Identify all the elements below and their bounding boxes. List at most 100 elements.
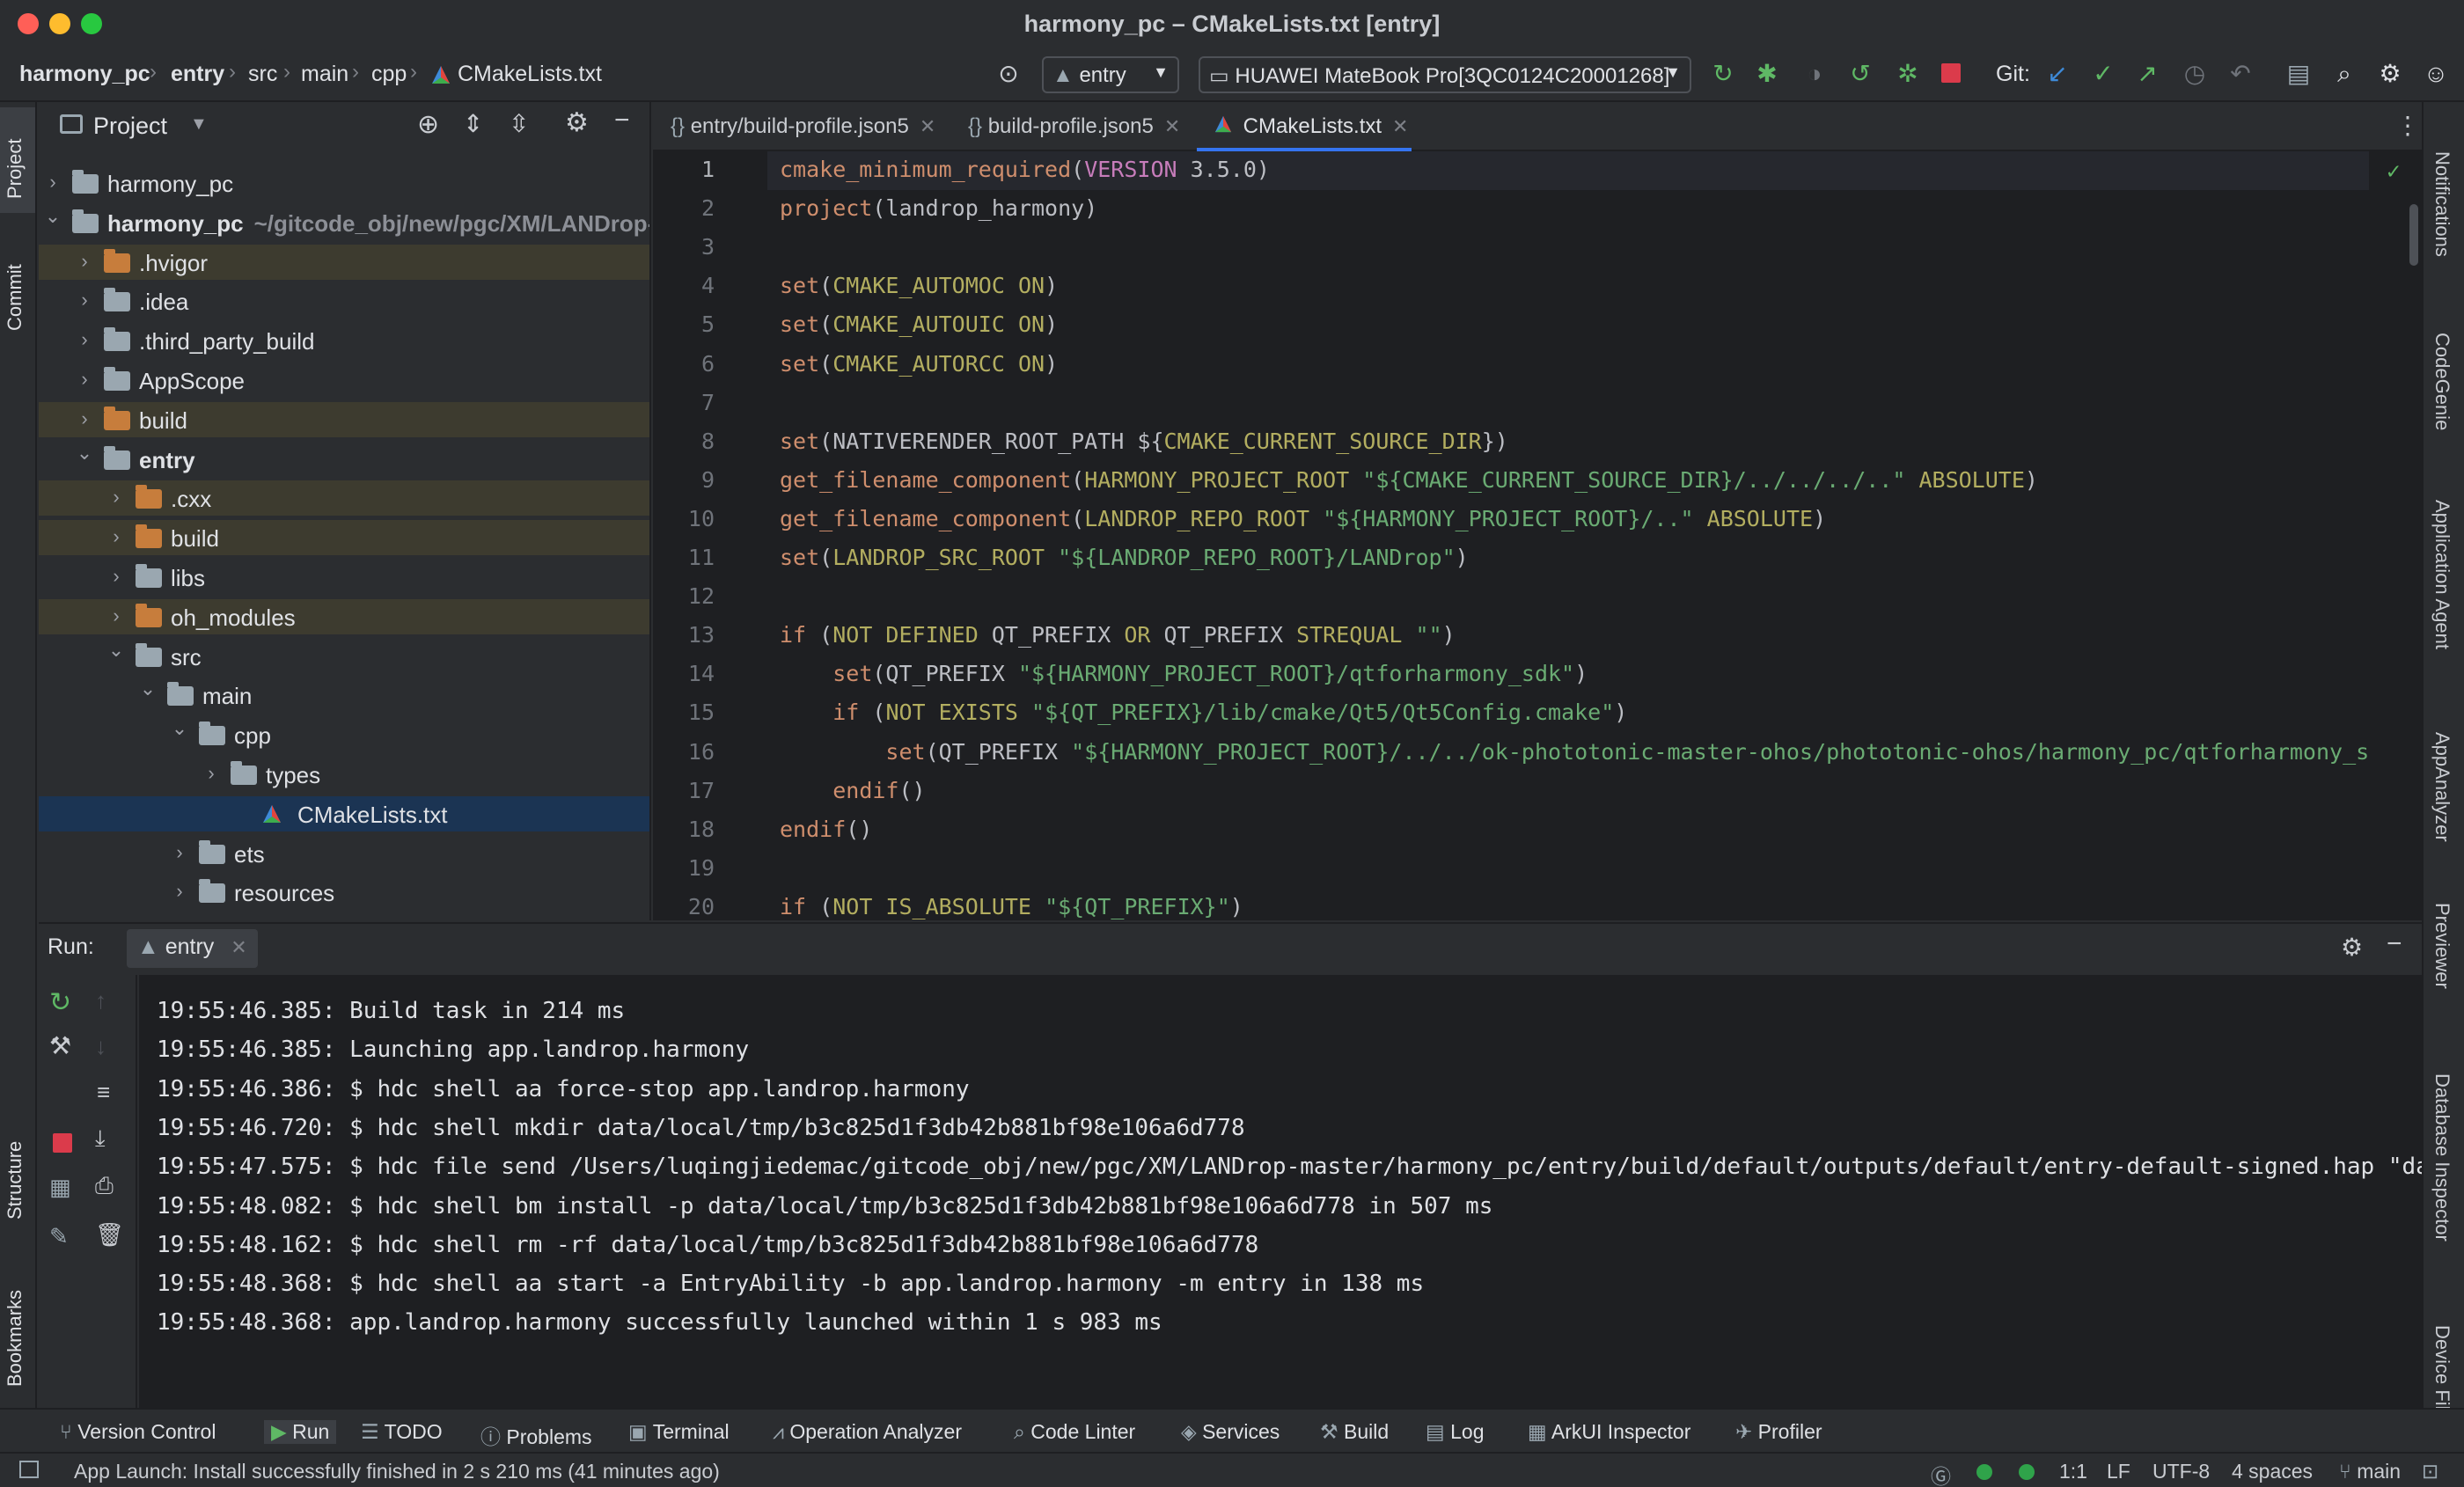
tool-run[interactable]: ▶ Run [264, 1420, 337, 1444]
trash-icon[interactable]: 🗑 [95, 1221, 124, 1249]
expand-all-icon[interactable]: ⇕ [463, 109, 483, 138]
gear-icon[interactable]: ⚙ [2341, 933, 2363, 962]
tree-item-cxx[interactable]: › .cxx [39, 480, 649, 516]
tool-services[interactable]: ◈ Services [1181, 1420, 1280, 1444]
tree-item-cpp[interactable]: ⌄ cpp [39, 717, 649, 752]
line-separator[interactable]: LF [2107, 1460, 2130, 1483]
tree-item-build[interactable]: › build [39, 401, 649, 437]
application-agent-tab[interactable]: Application Agent [2431, 500, 2453, 649]
tree-item-harmony-pc[interactable]: ⌄ harmony_pc ~/gitcode_obj/new/pgc/XM/LAND… [39, 205, 649, 240]
profile-icon[interactable]: ✲ [1894, 60, 1922, 88]
arrow-down-icon[interactable]: ↓ [95, 1033, 106, 1060]
git-commit-icon[interactable]: ✓ [2089, 60, 2117, 88]
editor-scrollbar[interactable] [2409, 204, 2418, 266]
attach-debugger-icon[interactable]: ◑ [1800, 60, 1829, 88]
chevron-right-icon[interactable]: › [107, 486, 125, 509]
chevron-down-icon[interactable]: ⌄ [44, 205, 62, 228]
arrow-up-icon[interactable]: ↑ [95, 987, 106, 1015]
tree-item-main[interactable]: ⌄ main [39, 678, 649, 713]
soft-wrap-icon[interactable]: ≡ [97, 1079, 110, 1106]
chevron-right-icon[interactable]: › [171, 880, 188, 903]
tree-item-third-party-build[interactable]: › .third_party_build [39, 323, 649, 358]
tree-item-entry[interactable]: ⌄ entry [39, 442, 649, 477]
close-icon[interactable]: ✕ [231, 936, 246, 958]
code-editor[interactable]: ✓ cmake_minimum_required(VERSION 3.5.0) p… [767, 151, 2422, 920]
tool-build[interactable]: ⚒ Build [1320, 1420, 1389, 1444]
tree-item-oh-modules[interactable]: › oh_modules [39, 598, 649, 634]
lock-icon[interactable]: ⊡ [2422, 1460, 2438, 1483]
tool-profiler[interactable]: ✈ Profiler [1735, 1420, 1822, 1444]
previewer-tab[interactable]: Previewer [2431, 903, 2453, 989]
close-icon[interactable]: ✕ [1392, 115, 1408, 137]
database-inspector-tab[interactable]: Database Inspector [2431, 1073, 2453, 1242]
debug-icon[interactable]: ✱ [1753, 60, 1781, 88]
breadcrumb-module[interactable]: entry [171, 62, 224, 87]
wrench-icon[interactable]: ⚒ [49, 1031, 71, 1060]
breadcrumb-file[interactable]: CMakeLists.txt [458, 62, 602, 87]
device-dropdown[interactable]: ▭ HUAWEI MateBook Pro[3QC0124C20001268] … [1199, 56, 1691, 93]
chevron-down-icon[interactable]: ⌄ [76, 442, 93, 465]
pin-icon[interactable]: ✎ [49, 1223, 69, 1250]
chevron-right-icon[interactable]: › [107, 525, 125, 548]
chevron-right-icon[interactable]: › [107, 565, 125, 588]
structure-tool-tab[interactable]: Structure [4, 1141, 26, 1220]
chevron-down-icon[interactable]: ⌄ [107, 639, 125, 662]
indent-setting[interactable]: 4 spaces [2232, 1460, 2313, 1483]
tab-entry-build-profile[interactable]: {} entry/build-profile.json5 ✕ [671, 102, 970, 151]
chevron-down-icon[interactable]: ⌄ [171, 717, 188, 740]
tree-item-types[interactable]: › types [39, 757, 649, 792]
gear-icon[interactable]: ⚙ [2376, 60, 2404, 88]
tool-log[interactable]: ▤ Log [1426, 1420, 1485, 1444]
more-tabs-icon[interactable]: ⋮ [2395, 111, 2420, 140]
bookmarks-tool-tab[interactable]: Bookmarks [4, 1290, 26, 1387]
tool-code-linter[interactable]: ⌕ Code Linter [1014, 1420, 1135, 1444]
git-push-icon[interactable]: ↗ [2133, 60, 2161, 88]
chevron-right-icon[interactable]: › [76, 250, 93, 273]
status-message[interactable]: App Launch: Install successfully finishe… [74, 1460, 720, 1483]
tool-terminal[interactable]: ▣ Terminal [628, 1420, 730, 1444]
tool-arkui-inspector[interactable]: ▦ ArkUI Inspector [1528, 1420, 1690, 1444]
file-encoding[interactable]: UTF-8 [2152, 1460, 2210, 1483]
layout-icon[interactable]: ▦ [49, 1174, 71, 1201]
chevron-down-icon[interactable]: ▼ [190, 114, 208, 135]
tool-todo[interactable]: ☰ TODO [361, 1420, 443, 1444]
toggle-tool-windows-icon[interactable] [19, 1461, 39, 1478]
codegenie-status-icon[interactable]: Ⓖ [1931, 1460, 1951, 1487]
commit-tool-tab[interactable]: Commit [4, 264, 26, 331]
tree-item-cmakelists-txt[interactable]: CMakeLists.txt [39, 795, 649, 831]
tree-item-hvigor[interactable]: › .hvigor [39, 244, 649, 280]
cursor-position[interactable]: 1:1 [2059, 1460, 2087, 1483]
git-branch[interactable]: ⑂ main [2339, 1460, 2401, 1483]
chevron-down-icon[interactable]: ⌄ [139, 678, 157, 700]
history-icon[interactable]: ◷ [2181, 60, 2209, 88]
stop-icon[interactable] [1941, 63, 1961, 83]
breadcrumb-src[interactable]: src [248, 62, 277, 87]
hide-panel-icon[interactable]: − [2387, 929, 2402, 959]
gear-icon[interactable]: ⚙ [565, 107, 589, 138]
tree-item-harmony-pc[interactable]: › harmony_pc [39, 165, 649, 201]
project-tool-tab[interactable]: Project [4, 139, 26, 199]
tree-item-build[interactable]: › build [39, 520, 649, 556]
tool-problems[interactable]: ⓘ Problems [480, 1420, 592, 1450]
chevron-right-icon[interactable]: › [202, 762, 220, 785]
tool-version-control[interactable]: ⑂ Version Control [60, 1420, 216, 1444]
run-tab-entry[interactable]: ▲ entry ✕ [127, 929, 258, 968]
appanalyzer-tab[interactable]: AppAnalyzer [2431, 732, 2453, 842]
chevron-right-icon[interactable]: › [76, 407, 93, 430]
git-update-icon[interactable]: ↙ [2043, 60, 2072, 88]
target-icon[interactable]: ⊙ [994, 60, 1023, 88]
tree-item-appscope[interactable]: › AppScope [39, 363, 649, 398]
search-icon[interactable]: ⌕ [2330, 60, 2358, 88]
close-icon[interactable]: ✕ [1164, 115, 1180, 137]
chevron-right-icon[interactable]: › [44, 171, 62, 194]
hide-panel-icon[interactable]: − [614, 106, 630, 136]
chevron-right-icon[interactable]: › [76, 289, 93, 311]
tree-item-src[interactable]: ⌄ src [39, 639, 649, 674]
close-icon[interactable]: ✕ [920, 115, 935, 137]
collapse-all-icon[interactable]: ⇳ [509, 109, 529, 138]
scroll-to-end-icon[interactable]: ⤓ [95, 1124, 106, 1153]
rerun-icon[interactable]: ↻ [49, 987, 71, 1018]
tree-item-resources[interactable]: › resources [39, 875, 649, 910]
stop-icon[interactable] [53, 1133, 72, 1153]
status-indicator-dot[interactable] [1976, 1464, 1992, 1480]
